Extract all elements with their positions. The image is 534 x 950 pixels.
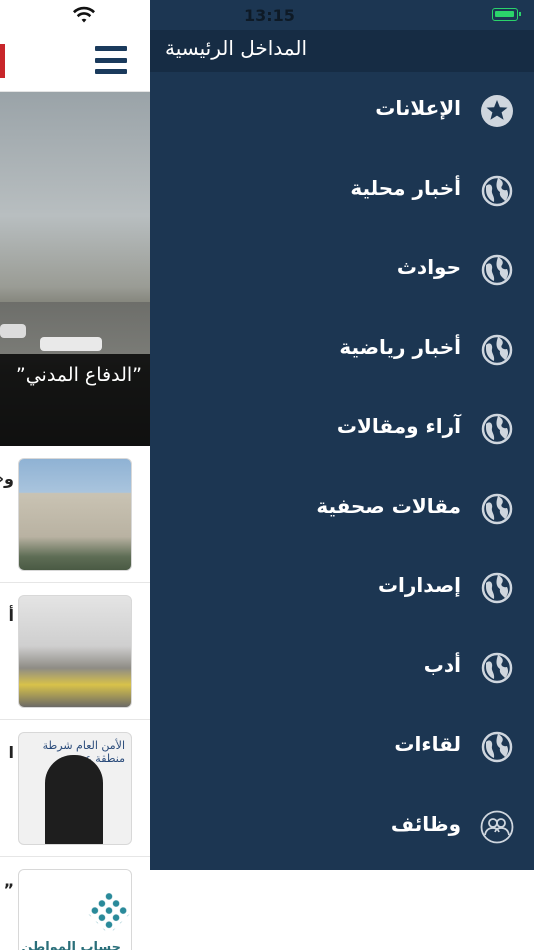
news-title: و«	[0, 469, 14, 488]
news-thumbnail: حساب المواطن	[18, 869, 132, 950]
news-item[interactable]: حساب المواطن ”	[0, 857, 150, 950]
star-icon	[481, 95, 513, 127]
menu-item-press-articles[interactable]: مقالات صحفية	[150, 470, 534, 550]
status-bar: 13:15	[150, 0, 534, 30]
news-list: و« أ الأمن العام شرطة منطقة عسير ا حساب …	[0, 446, 150, 950]
menu-item-label: الإعلانات	[375, 96, 461, 120]
wifi-icon	[73, 6, 95, 23]
menu-item-jobs[interactable]: وظائف	[150, 788, 534, 868]
news-title: أ	[8, 606, 14, 625]
globe-icon	[481, 731, 513, 763]
battery-icon	[492, 8, 521, 21]
menu-item-label: لقاءات	[394, 732, 461, 756]
background-page: ”الدفاع المدني” و« أ الأمن العام شرطة من…	[0, 0, 150, 950]
page-header	[0, 30, 150, 92]
globe-icon	[481, 175, 513, 206]
drawer-title: المداخل الرئيسية	[165, 36, 308, 60]
menu-item-publications[interactable]: إصدارات	[150, 549, 534, 629]
section-tab[interactable]	[0, 44, 5, 78]
menu-item-label: أدب	[423, 652, 461, 677]
hero-image[interactable]: ”الدفاع المدني”	[0, 92, 150, 446]
status-bar-left	[0, 0, 150, 30]
menu-item-interviews[interactable]: لقاءات	[150, 708, 534, 788]
menu-item-label: وظائف	[390, 811, 461, 836]
status-time: 13:15	[244, 6, 295, 25]
thumbnail-person	[45, 755, 103, 844]
globe-icon	[481, 572, 513, 604]
globe-icon	[481, 493, 513, 524]
users-icon	[480, 810, 514, 843]
drawer-header: المداخل الرئيسية	[150, 30, 534, 72]
hero-caption: ”الدفاع المدني”	[15, 364, 142, 386]
news-thumbnail	[18, 458, 132, 571]
news-thumbnail	[18, 595, 132, 708]
menu-item-label: أخبار رياضية	[339, 334, 461, 359]
menu-icon[interactable]	[95, 46, 127, 74]
menu-item-announcements[interactable]: الإعلانات	[150, 72, 534, 152]
menu-item-label: أخبار محلية	[350, 175, 461, 200]
app-screen: ”الدفاع المدني” و« أ الأمن العام شرطة من…	[0, 0, 534, 950]
menu-item-label: إصدارات	[377, 573, 461, 597]
menu-item-label: حوادث	[396, 255, 461, 279]
news-item[interactable]: الأمن العام شرطة منطقة عسير ا	[0, 720, 150, 857]
menu-item-incidents[interactable]: حوادث	[150, 231, 534, 311]
drawer-menu: الإعلانات أخبار محلية حوادث أخبار رياضية…	[150, 72, 534, 867]
globe-icon	[481, 254, 513, 286]
navigation-drawer: 13:15 المداخل الرئيسية الإعلانات أخبار م…	[150, 0, 534, 870]
menu-item-label: آراء ومقالات	[336, 414, 461, 438]
news-title: ”	[3, 880, 14, 899]
news-thumbnail: الأمن العام شرطة منطقة عسير	[18, 732, 132, 845]
globe-icon	[481, 652, 513, 683]
globe-icon	[481, 334, 513, 365]
hero-car	[0, 324, 26, 338]
thumbnail-caption: حساب المواطن	[21, 940, 121, 950]
globe-icon	[481, 413, 513, 445]
citizen-account-logo	[86, 889, 131, 935]
news-item[interactable]: أ	[0, 583, 150, 720]
menu-item-label: مقالات صحفية	[316, 493, 461, 518]
menu-item-literature[interactable]: أدب	[150, 629, 534, 709]
news-title: ا	[8, 743, 14, 762]
menu-item-sports-news[interactable]: أخبار رياضية	[150, 311, 534, 391]
hero-car	[40, 337, 102, 351]
menu-item-opinions[interactable]: آراء ومقالات	[150, 390, 534, 470]
menu-item-local-news[interactable]: أخبار محلية	[150, 152, 534, 232]
news-item[interactable]: و«	[0, 446, 150, 583]
hero-caption-bar: ”الدفاع المدني”	[0, 354, 150, 446]
